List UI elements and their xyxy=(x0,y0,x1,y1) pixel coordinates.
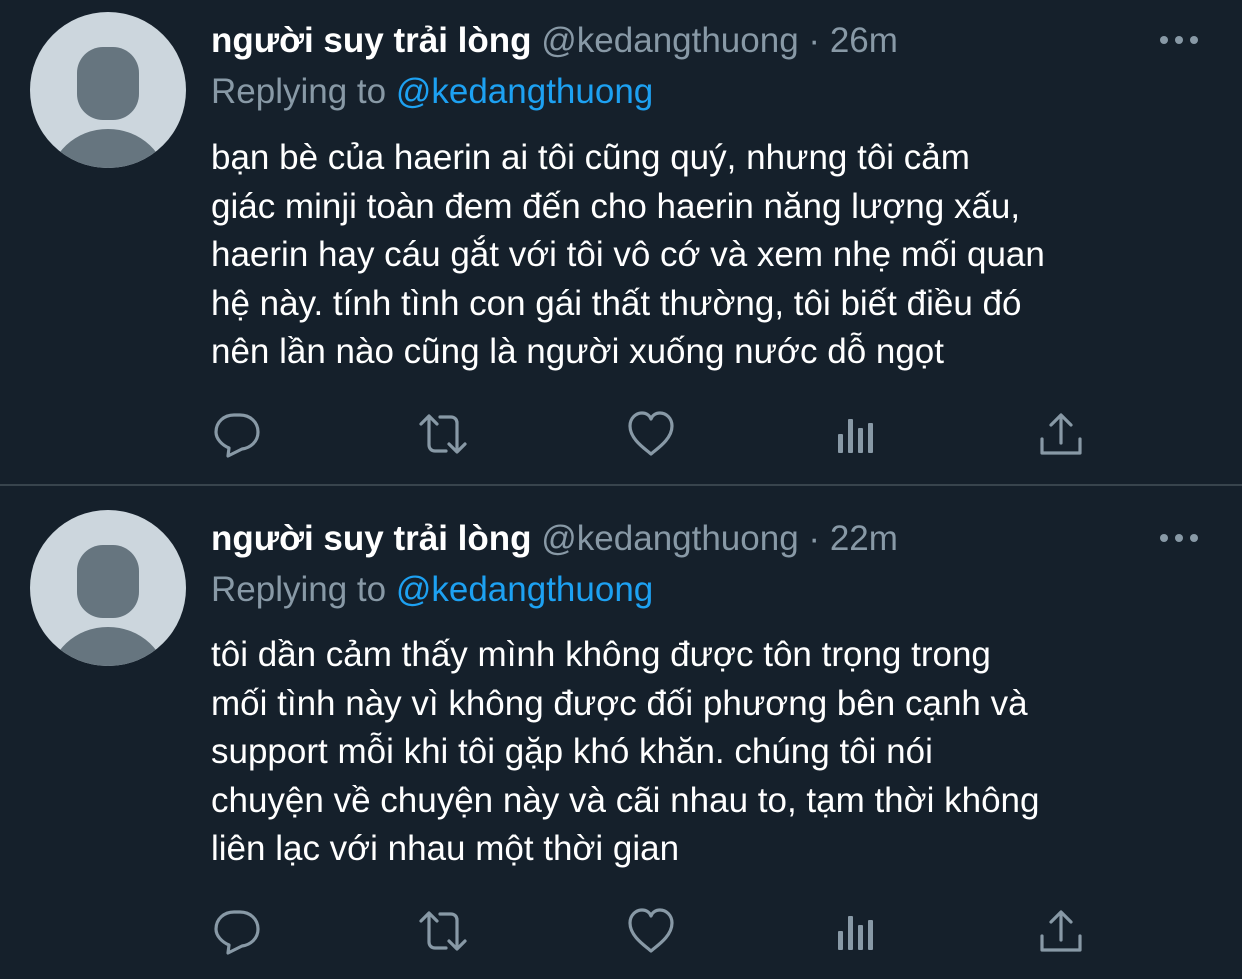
avatar[interactable] xyxy=(30,12,186,168)
timestamp[interactable]: 22m xyxy=(830,519,898,558)
tweet-header: người suy trải lòng @kedangthuong · 22m xyxy=(211,517,898,561)
tweet-text-line: support mỗi khi tôi gặp khó khăn. chúng … xyxy=(211,732,933,772)
tweet-text-line: liên lạc với nhau một thời gian xyxy=(211,829,680,869)
timestamp[interactable]: 26m xyxy=(830,21,898,60)
more-horizontal-icon[interactable] xyxy=(1160,34,1200,46)
more-horizontal-icon[interactable] xyxy=(1160,532,1200,544)
user-handle[interactable]: @kedangthuong xyxy=(541,519,798,558)
replying-mention-link[interactable]: @kedangthuong xyxy=(396,72,653,111)
display-name[interactable]: người suy trải lòng xyxy=(211,21,532,60)
replying-prefix: Replying to xyxy=(211,72,387,111)
tweet-text-line: giác minji toàn đem đến cho haerin năng … xyxy=(211,186,1021,226)
separator-dot: · xyxy=(808,21,821,60)
default-avatar-icon xyxy=(77,545,139,618)
avatar-shoulders xyxy=(49,129,167,168)
like-icon[interactable] xyxy=(626,906,676,956)
share-icon[interactable] xyxy=(1036,409,1086,459)
avatar-shoulders xyxy=(49,627,167,666)
tweet-text-line: bạn bè của haerin ai tôi cũng quý, nhưng… xyxy=(211,138,970,177)
like-icon[interactable] xyxy=(626,409,676,459)
replying-prefix: Replying to xyxy=(211,570,387,609)
tweet-text: bạn bè của haerin ai tôi cũng quý, nhưng… xyxy=(211,134,1211,377)
tweet-text: tôi dần cảm thấy mình không được tôn trọ… xyxy=(211,631,1211,874)
replying-to: Replying to @kedangthuong xyxy=(211,70,653,114)
avatar[interactable] xyxy=(30,510,186,666)
reply-icon[interactable] xyxy=(212,906,262,956)
retweet-icon[interactable] xyxy=(418,409,468,459)
reply-icon[interactable] xyxy=(212,409,262,459)
analytics-icon[interactable] xyxy=(830,906,880,956)
tweet-text-line: tôi dần cảm thấy mình không được tôn trọ… xyxy=(211,635,991,674)
tweet[interactable]: người suy trải lòng @kedangthuong · 22m … xyxy=(0,486,1242,979)
default-avatar-icon xyxy=(77,47,139,120)
share-icon[interactable] xyxy=(1036,906,1086,956)
analytics-icon[interactable] xyxy=(830,409,880,459)
replying-mention-link[interactable]: @kedangthuong xyxy=(396,570,653,609)
replying-to: Replying to @kedangthuong xyxy=(211,568,653,612)
retweet-icon[interactable] xyxy=(418,906,468,956)
tweet-text-line: hệ này. tính tình con gái thất thường, t… xyxy=(211,283,1022,323)
separator-dot: · xyxy=(808,519,821,558)
display-name[interactable]: người suy trải lòng xyxy=(211,519,532,558)
tweet-text-line: mối tình này vì không được đối phương bê… xyxy=(211,683,1028,723)
tweet-header: người suy trải lòng @kedangthuong · 26m xyxy=(211,19,898,63)
tweet-text-line: haerin hay cáu gắt với tôi vô cớ và xem … xyxy=(211,235,1045,275)
tweet[interactable]: người suy trải lòng @kedangthuong · 26m … xyxy=(0,0,1242,484)
tweet-text-line: chuyện về chuyện này và cãi nhau to, tạm… xyxy=(211,780,1040,820)
user-handle[interactable]: @kedangthuong xyxy=(541,21,798,60)
tweet-text-line: nên lần nào cũng là người xuống nước dỗ … xyxy=(211,332,945,372)
